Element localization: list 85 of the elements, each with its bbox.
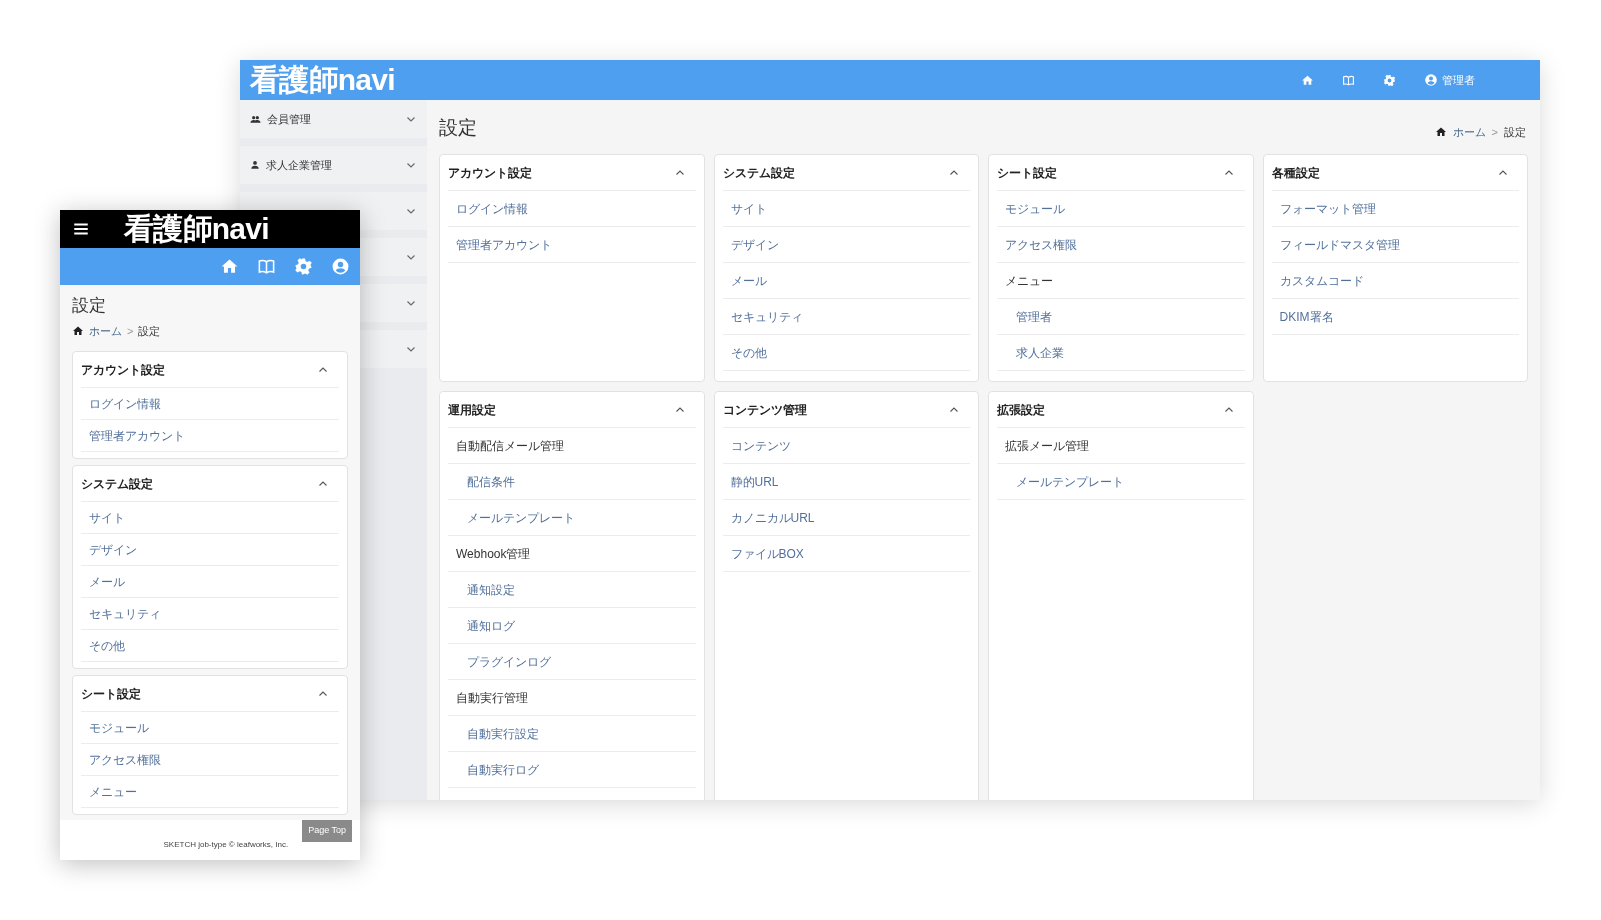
logo: 看護師navi bbox=[250, 65, 395, 95]
menu-link[interactable]: 求人企業 bbox=[1016, 343, 1064, 362]
logo: 看護師navi bbox=[124, 214, 269, 244]
menu-link[interactable]: 通知ログ bbox=[467, 616, 515, 635]
settings-icon bbox=[1383, 73, 1396, 87]
menu-link[interactable]: フィールドマスタ管理 bbox=[1279, 235, 1400, 254]
panel-title: アカウント設定 bbox=[81, 361, 165, 379]
home-icon bbox=[1301, 73, 1314, 87]
menu-link[interactable]: モジュール bbox=[1005, 199, 1065, 218]
menu-link[interactable]: 管理者 bbox=[1016, 307, 1052, 326]
header-settings-button[interactable] bbox=[1383, 73, 1396, 87]
header-home-button[interactable] bbox=[1301, 73, 1314, 87]
menu-link[interactable]: セキュリティ bbox=[730, 307, 803, 326]
menu-group-link[interactable]: 自動実行管理 bbox=[456, 688, 528, 707]
sidebar-item[interactable]: 会員管理 bbox=[240, 100, 427, 138]
sidebar-label: 求人企業管理 bbox=[266, 157, 332, 173]
menu-link[interactable]: デザイン bbox=[730, 235, 779, 254]
breadcrumb-current: 設定 bbox=[138, 323, 161, 339]
menu-link[interactable]: プラグインログ bbox=[467, 652, 551, 671]
menu-link[interactable]: DKIM署名 bbox=[1279, 307, 1334, 326]
panel-title: 拡張設定 bbox=[997, 401, 1045, 419]
menu-link[interactable]: 静的URL bbox=[730, 472, 779, 491]
page-title: 設定 bbox=[439, 115, 477, 140]
book-icon bbox=[1342, 73, 1355, 87]
panel-title: シート設定 bbox=[997, 164, 1057, 182]
panel-title: 各種設定 bbox=[1271, 164, 1320, 182]
menu-link[interactable]: アクセス権限 bbox=[89, 750, 161, 769]
book-icon bbox=[257, 257, 276, 276]
menu-link[interactable]: 配信条件 bbox=[467, 472, 515, 491]
menu-group-link[interactable]: メニュー bbox=[1005, 271, 1053, 290]
breadcrumb-separator: > bbox=[1491, 124, 1498, 140]
menu-link[interactable]: メニュー bbox=[89, 782, 137, 801]
home-icon bbox=[220, 257, 239, 276]
menu-link[interactable]: コンテンツ bbox=[730, 436, 791, 455]
menu-link[interactable]: その他 bbox=[730, 343, 767, 362]
panel-title: システム設定 bbox=[81, 475, 153, 493]
menu-link[interactable]: セキュリティ bbox=[89, 604, 161, 623]
menu-group-link[interactable]: Webhook管理 bbox=[456, 544, 531, 563]
settings-icon bbox=[294, 257, 313, 276]
menu-link[interactable]: サイト bbox=[730, 199, 767, 218]
person-icon bbox=[250, 160, 260, 170]
home-icon bbox=[72, 324, 84, 337]
panel-title: システム設定 bbox=[722, 164, 795, 182]
menu-link[interactable]: カスタムコード bbox=[1279, 271, 1364, 290]
book-button[interactable] bbox=[257, 257, 276, 276]
page-title: 設定 bbox=[72, 295, 107, 317]
panel-title: アカウント設定 bbox=[448, 164, 532, 182]
menu-link[interactable]: 管理者アカウント bbox=[89, 426, 185, 445]
menu-group-link[interactable]: 拡張メール管理 bbox=[1005, 436, 1089, 455]
menu-link[interactable]: 自動実行設定 bbox=[467, 724, 539, 743]
sidebar-label: 会員管理 bbox=[267, 111, 311, 127]
menu-link[interactable]: メールテンプレート bbox=[1016, 472, 1124, 491]
panel-title: シート設定 bbox=[81, 685, 141, 703]
breadcrumb-current: 設定 bbox=[1504, 124, 1526, 140]
page-top-button[interactable]: Page Top bbox=[302, 820, 352, 842]
copyright-text: SKETCH job-type © leafworks, Inc. bbox=[163, 839, 289, 851]
menu-link[interactable]: メール bbox=[730, 271, 767, 290]
menu-link[interactable]: フォーマット管理 bbox=[1279, 199, 1376, 218]
sidebar-item[interactable]: 求人企業管理 bbox=[240, 146, 427, 184]
menu-link[interactable]: 管理者アカウント bbox=[456, 235, 552, 254]
menu-link[interactable]: メールテンプレート bbox=[467, 508, 575, 527]
breadcrumb-separator: > bbox=[127, 323, 134, 339]
menu-link[interactable]: カノニカルURL bbox=[730, 508, 815, 527]
menu-link[interactable]: 通知設定 bbox=[467, 580, 515, 599]
header-book-button[interactable] bbox=[1342, 73, 1355, 87]
settings-button[interactable] bbox=[294, 257, 313, 276]
menu-link[interactable]: 自動実行ログ bbox=[467, 760, 539, 779]
home-icon bbox=[1434, 126, 1447, 138]
menu-link[interactable]: その他 bbox=[89, 636, 125, 655]
menu-link[interactable]: ファイルBOX bbox=[730, 544, 804, 563]
panel-title: コンテンツ管理 bbox=[722, 401, 807, 419]
menu-link[interactable]: ログイン情報 bbox=[456, 199, 528, 218]
people-icon bbox=[250, 113, 261, 125]
menu-link[interactable]: メール bbox=[89, 572, 125, 591]
menu-group-link[interactable]: 自動配信メール管理 bbox=[456, 436, 564, 455]
menu-link[interactable]: アクセス権限 bbox=[1005, 235, 1077, 254]
home-button[interactable] bbox=[220, 257, 239, 276]
breadcrumb-link[interactable]: ホーム bbox=[89, 322, 122, 339]
menu-link[interactable]: デザイン bbox=[89, 540, 137, 559]
user-button[interactable] bbox=[331, 257, 350, 276]
menu-link[interactable]: ログイン情報 bbox=[89, 394, 161, 413]
menu-link[interactable]: モジュール bbox=[89, 718, 149, 737]
breadcrumb-link[interactable]: ホーム bbox=[1452, 123, 1486, 141]
menu-link[interactable]: サイト bbox=[89, 508, 125, 527]
panel-title: 運用設定 bbox=[448, 401, 496, 419]
